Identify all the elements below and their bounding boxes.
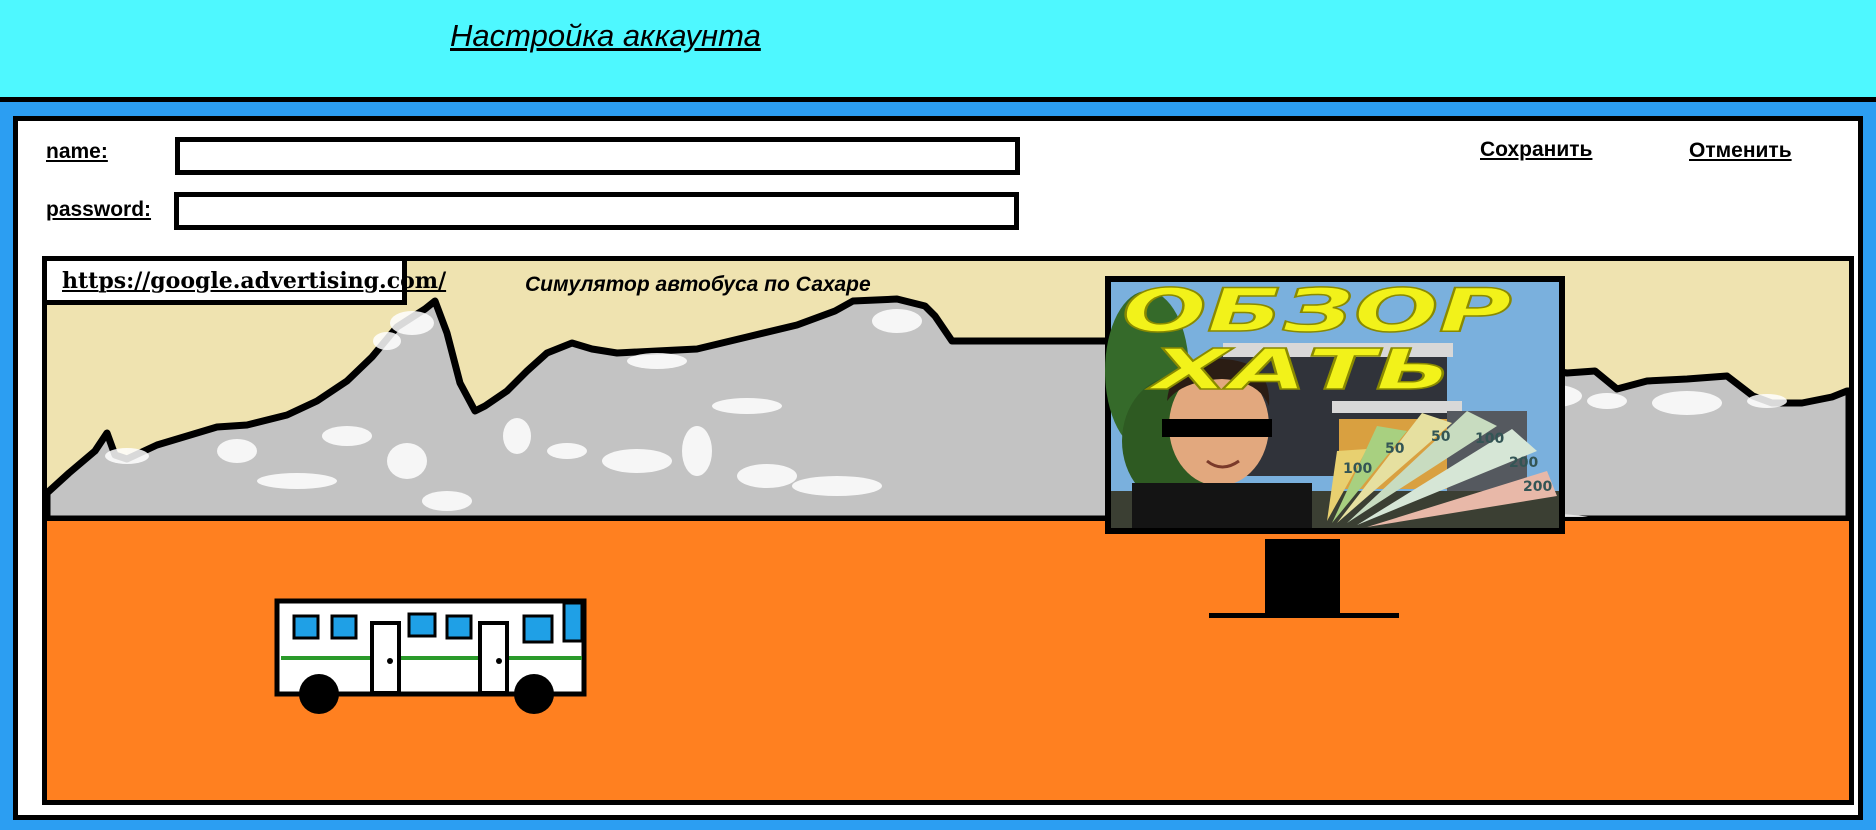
ad-url-link[interactable]: https://google.advertising.com/ — [47, 261, 446, 305]
ad-title: Симулятор автобуса по Сахаре — [525, 273, 871, 296]
ad-scene: 100 50 50 100 200 200 ОБЗОР ХАТЬ — [47, 275, 1849, 800]
page-title: Настройка аккаунта — [450, 18, 761, 53]
billboard-line-1: ОБЗОР — [1122, 276, 1512, 346]
name-field[interactable] — [175, 137, 1020, 175]
advertisement-banner[interactable]: 100 50 50 100 200 200 ОБЗОР ХАТЬ https:/… — [42, 256, 1854, 805]
save-button[interactable]: Сохранить — [1480, 138, 1592, 162]
banknote-label: 50 — [1385, 441, 1405, 457]
password-label: password: — [46, 198, 152, 221]
banknote-label: 200 — [1523, 479, 1552, 495]
banknote-label: 100 — [1475, 431, 1504, 447]
header-bar: Настройка аккаунта — [0, 0, 1876, 97]
banknote-label: 50 — [1431, 429, 1451, 445]
name-label: name: — [46, 140, 108, 163]
banknote-label: 200 — [1509, 455, 1538, 471]
billboard-line-2: ХАТЬ — [1147, 338, 1452, 403]
cancel-button[interactable]: Отменить — [1689, 139, 1792, 163]
banknote-label: 100 — [1343, 461, 1372, 477]
password-field[interactable] — [174, 192, 1019, 230]
